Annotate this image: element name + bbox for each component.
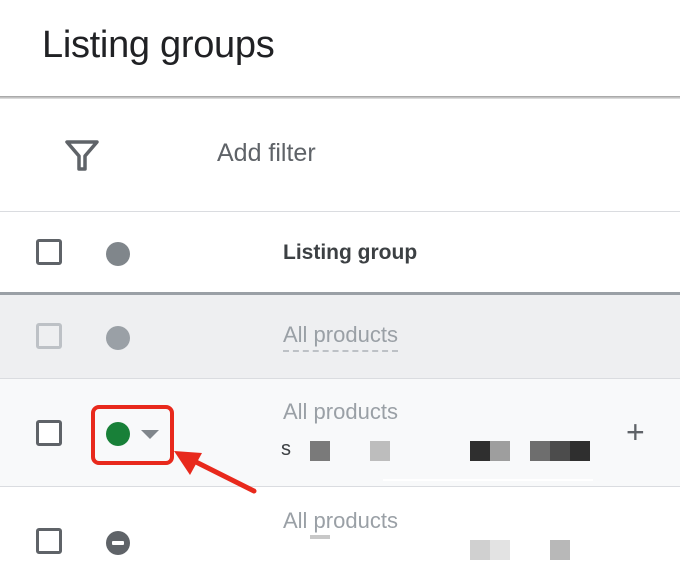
redacted-block xyxy=(550,441,570,461)
redacted-block xyxy=(530,441,550,461)
table-row: All products xyxy=(0,487,680,586)
plus-icon[interactable]: + xyxy=(626,416,645,448)
filter-icon[interactable] xyxy=(64,139,100,173)
table-row: All products xyxy=(0,295,680,379)
row-checkbox[interactable] xyxy=(36,323,62,349)
listing-group-label[interactable]: All products xyxy=(283,322,398,352)
redacted-block xyxy=(490,540,510,560)
page-header: Listing groups xyxy=(0,0,680,97)
redacted-block xyxy=(490,441,510,461)
listing-group-label[interactable]: All products xyxy=(283,508,398,534)
excluded-icon[interactable] xyxy=(106,531,130,555)
annotation-highlight-box xyxy=(91,405,174,465)
select-all-checkbox[interactable] xyxy=(36,239,62,265)
row-highlight xyxy=(383,479,593,481)
annotation-arrow xyxy=(174,451,257,494)
redacted-block xyxy=(470,441,490,461)
status-dot-icon xyxy=(106,242,130,266)
redacted-block xyxy=(570,441,590,461)
status-dot-icon xyxy=(106,326,130,350)
row-checkbox[interactable] xyxy=(36,420,62,446)
redacted-block xyxy=(310,535,330,539)
column-header-listing-group[interactable]: Listing group xyxy=(283,241,417,265)
add-filter-button[interactable]: Add filter xyxy=(217,139,316,168)
redacted-block xyxy=(370,441,390,461)
redacted-block xyxy=(310,441,330,461)
page-title: Listing groups xyxy=(42,24,275,66)
redacted-block xyxy=(550,540,570,560)
redacted-block xyxy=(470,540,490,560)
filter-bar: Add filter xyxy=(0,99,680,212)
subdivision-text: s xyxy=(281,438,291,460)
listing-group-label[interactable]: All products xyxy=(283,399,398,425)
table-header: Listing group xyxy=(0,212,680,292)
row-checkbox[interactable] xyxy=(36,528,62,554)
